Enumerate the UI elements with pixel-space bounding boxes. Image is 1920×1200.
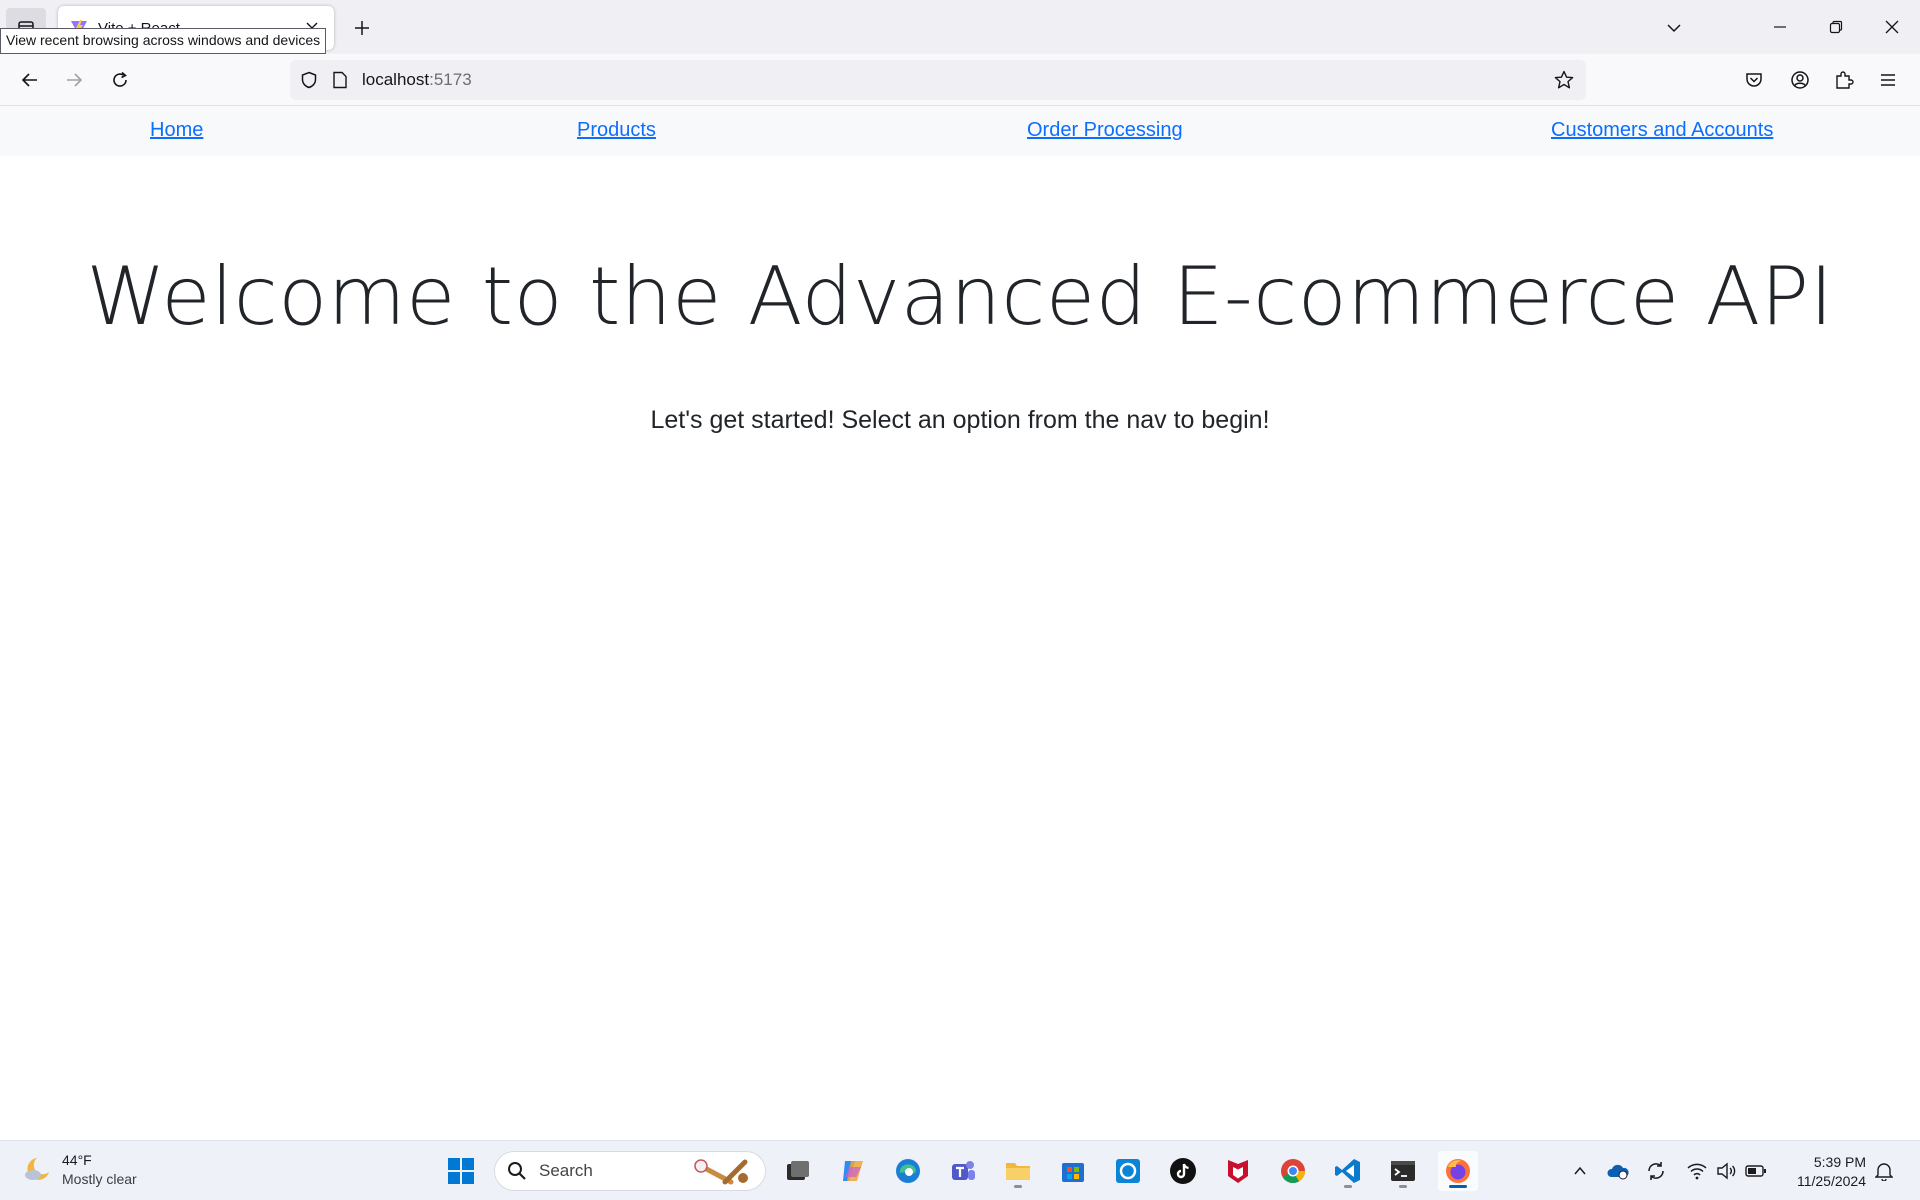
url-port: :5173 (429, 70, 472, 89)
shield-icon[interactable] (300, 71, 318, 89)
sync-tray[interactable] (1642, 1151, 1670, 1191)
tiktok-button[interactable] (1163, 1151, 1203, 1191)
taskbar: 44°F Mostly clear Search 5:39 PM 11/25/2… (0, 1140, 1920, 1200)
page-title: Welcome to the Advanced E-commerce API (86, 250, 1834, 343)
chevron-up-icon (1574, 1166, 1586, 1175)
app-button[interactable] (1108, 1151, 1148, 1191)
forward-button[interactable] (54, 60, 94, 100)
volume-tray[interactable] (1712, 1151, 1740, 1191)
terminal-icon (1391, 1161, 1415, 1181)
notifications-button[interactable] (1870, 1151, 1898, 1191)
nav-link-customers-and-accounts[interactable]: Customers and Accounts (1551, 119, 1773, 142)
restore-icon (1829, 20, 1843, 34)
app-icon (1116, 1159, 1140, 1183)
task-view-button[interactable] (778, 1151, 818, 1191)
list-all-tabs-button[interactable] (1654, 8, 1694, 48)
bookmark-star-icon[interactable] (1552, 68, 1576, 92)
sync-icon (1648, 1162, 1664, 1180)
active-indicator (1449, 1185, 1467, 1188)
extensions-button[interactable] (1824, 60, 1864, 100)
chrome-icon (1281, 1159, 1305, 1184)
account-icon (1791, 71, 1809, 89)
window-controls (1752, 0, 1920, 54)
chevron-down-icon (1667, 24, 1681, 33)
onedrive-sync-icon (1607, 1164, 1629, 1180)
new-tab-button[interactable] (346, 12, 378, 44)
restore-button[interactable] (1808, 0, 1864, 54)
file-explorer-button[interactable] (998, 1151, 1038, 1191)
plus-icon (355, 21, 369, 35)
url-bar[interactable]: localhost:5173 (290, 60, 1586, 100)
running-indicator (1014, 1185, 1022, 1188)
teams-button[interactable] (943, 1151, 983, 1191)
url-host: localhost (362, 70, 430, 89)
onedrive-tray[interactable] (1604, 1151, 1632, 1191)
clock-time: 5:39 PM (1813, 1154, 1866, 1170)
weather-desc: Mostly clear (62, 1171, 137, 1187)
taskbar-search-placeholder: Search (539, 1161, 593, 1180)
edge-icon (896, 1159, 920, 1183)
weather-temp: 44°F (62, 1152, 92, 1168)
file-explorer-icon (1006, 1163, 1030, 1180)
task-view-icon (787, 1161, 809, 1180)
moon-cloud-icon (25, 1158, 49, 1180)
store-icon (1062, 1163, 1084, 1182)
taskbar-search[interactable]: Search (494, 1151, 766, 1191)
copilot-icon (843, 1161, 863, 1181)
arrow-right-icon (67, 73, 83, 87)
weather-widget[interactable]: 44°F Mostly clear (22, 1151, 137, 1189)
search-highlight-icon (694, 1159, 748, 1185)
hamburger-menu-icon (1881, 74, 1895, 86)
chrome-button[interactable] (1273, 1151, 1313, 1191)
nav-link-products[interactable]: Products (577, 119, 656, 142)
pocket-icon (1746, 73, 1762, 87)
bell-icon (1875, 1163, 1893, 1181)
wifi-tray[interactable] (1683, 1151, 1711, 1191)
page-subtitle: Let's get started! Select an option from… (650, 406, 1270, 434)
firefox-button[interactable] (1438, 1151, 1478, 1191)
minimize-icon (1774, 26, 1786, 28)
edge-button[interactable] (888, 1151, 928, 1191)
vscode-icon (1335, 1159, 1360, 1183)
close-icon (1885, 20, 1899, 34)
show-hidden-icons-button[interactable] (1566, 1151, 1594, 1191)
mcafee-icon (1228, 1160, 1248, 1183)
reload-button[interactable] (100, 60, 140, 100)
puzzle-icon (1836, 71, 1854, 89)
minimize-button[interactable] (1752, 0, 1808, 54)
firefox-icon (1446, 1159, 1470, 1183)
running-indicator (1344, 1185, 1352, 1188)
close-window-button[interactable] (1864, 0, 1920, 54)
tiktok-icon (1170, 1158, 1196, 1184)
battery-icon (1745, 1165, 1766, 1177)
store-button[interactable] (1053, 1151, 1093, 1191)
menu-button[interactable] (1868, 60, 1908, 100)
browser-toolbar: localhost:5173 (0, 54, 1920, 106)
terminal-button[interactable] (1383, 1151, 1423, 1191)
nav-link-home[interactable]: Home (150, 119, 203, 142)
clock[interactable]: 5:39 PM 11/25/2024 (1776, 1153, 1866, 1191)
account-button[interactable] (1780, 60, 1820, 100)
running-indicator (1399, 1185, 1407, 1188)
pocket-button[interactable] (1734, 60, 1774, 100)
wifi-icon (1687, 1163, 1707, 1180)
teams-icon (952, 1161, 975, 1180)
battery-tray[interactable] (1742, 1151, 1770, 1191)
back-button[interactable] (10, 60, 50, 100)
page-icon[interactable] (332, 71, 348, 89)
start-button[interactable] (441, 1151, 481, 1191)
search-icon (508, 1162, 526, 1180)
vscode-button[interactable] (1328, 1151, 1368, 1191)
volume-icon (1717, 1162, 1736, 1180)
url-text[interactable]: localhost:5173 (362, 70, 472, 90)
nav-link-order-processing[interactable]: Order Processing (1027, 119, 1183, 142)
start-icon (448, 1158, 474, 1184)
tooltip: View recent browsing across windows and … (0, 28, 327, 54)
reload-icon (113, 71, 127, 87)
arrow-left-icon (21, 73, 37, 87)
mcafee-button[interactable] (1218, 1151, 1258, 1191)
site-nav: Home Products Order Processing Customers… (0, 106, 1920, 156)
clock-date: 11/25/2024 (1796, 1173, 1866, 1189)
copilot-button[interactable] (833, 1151, 873, 1191)
